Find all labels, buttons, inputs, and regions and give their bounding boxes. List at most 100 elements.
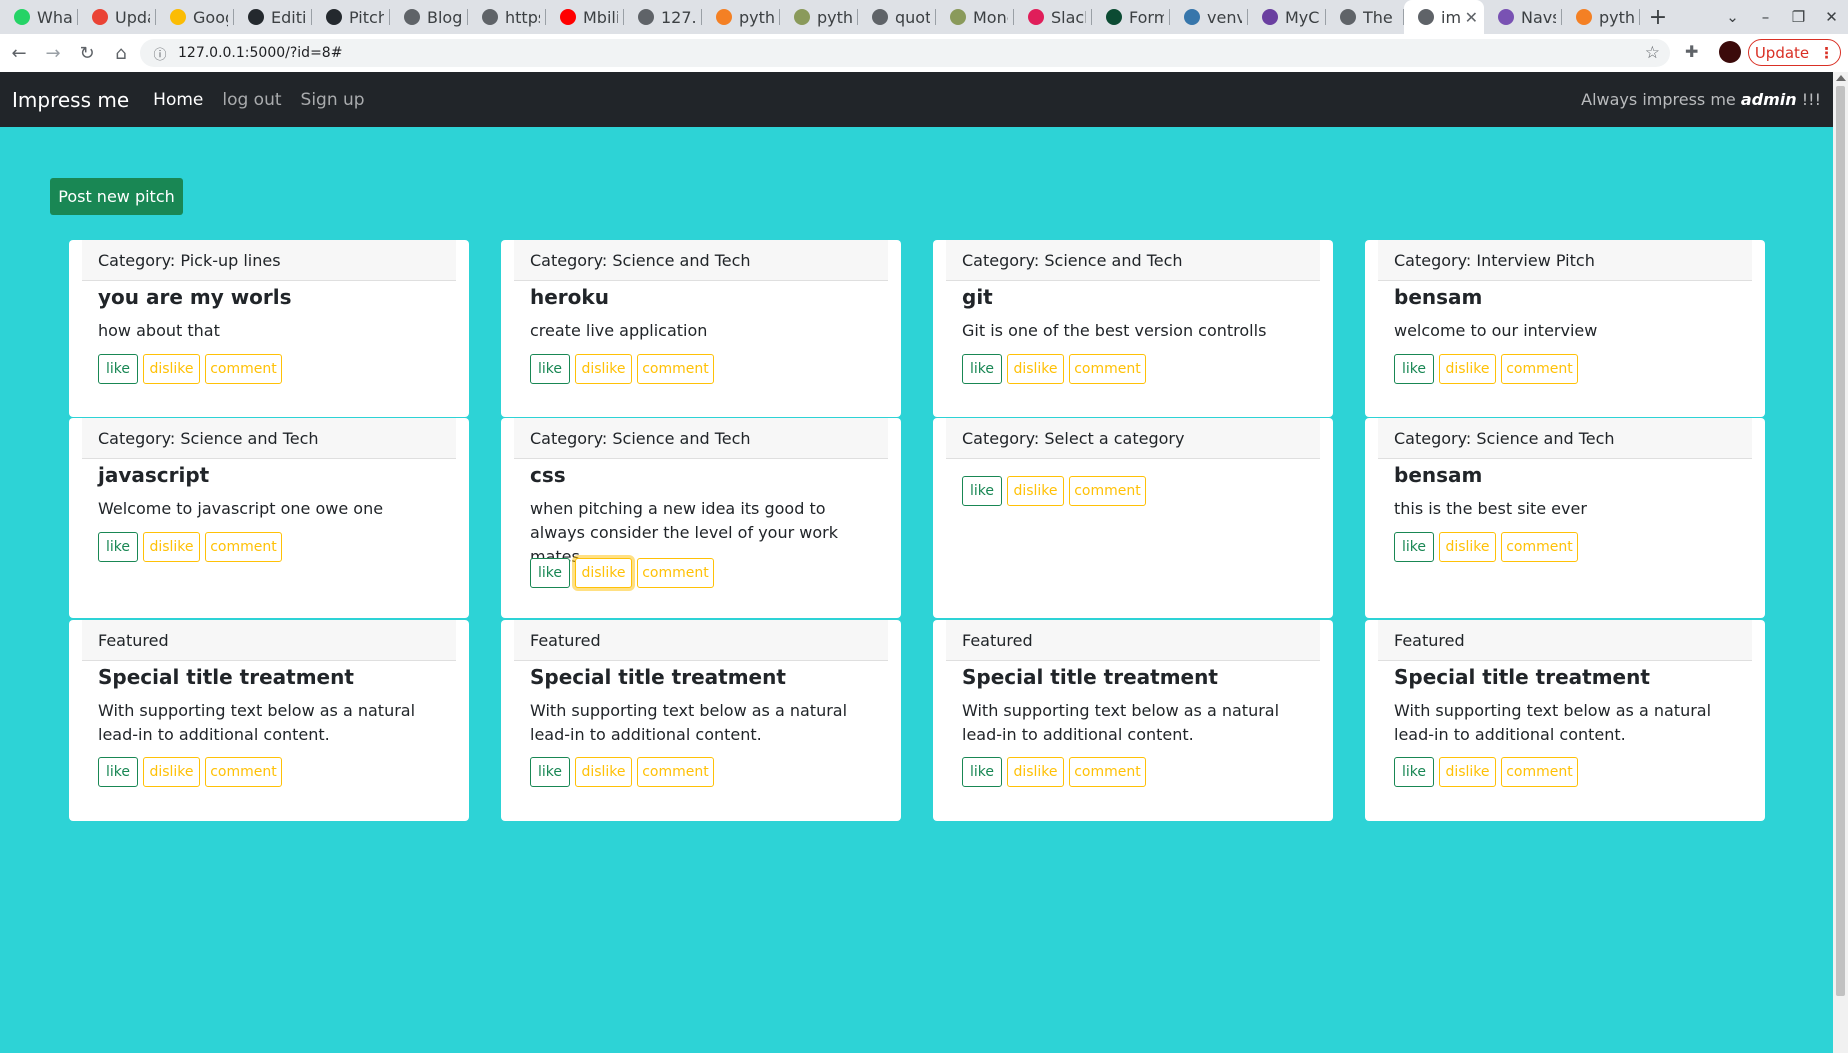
update-button[interactable]: Update ⋮	[1748, 39, 1841, 66]
dislike-button[interactable]: dislike	[143, 354, 200, 384]
scrollbar-thumb[interactable]	[1836, 86, 1845, 996]
comment-button[interactable]: comment	[1501, 757, 1578, 787]
browser-tab[interactable]: Slack	[1014, 0, 1092, 34]
pitch-card: Category: Science and Tech css when pitchi…	[501, 418, 901, 618]
browser-tab[interactable]: Goog	[156, 0, 234, 34]
like-button[interactable]: like	[962, 354, 1002, 384]
greeting-prefix: Always impress me	[1581, 90, 1736, 109]
browser-tab[interactable]: venv	[1170, 0, 1248, 34]
like-button[interactable]: like	[530, 558, 570, 588]
browser-tab[interactable]: MyCl	[1248, 0, 1326, 34]
dislike-button[interactable]: dislike	[1439, 532, 1496, 562]
browser-tab[interactable]: Navs	[1484, 0, 1562, 34]
card-header: Featured	[946, 620, 1320, 661]
like-button[interactable]: like	[98, 354, 138, 384]
dislike-button[interactable]: dislike	[1439, 757, 1496, 787]
like-button[interactable]: like	[1394, 532, 1434, 562]
globe-icon	[872, 9, 888, 25]
site-info-icon[interactable]: ⓘ	[148, 44, 172, 63]
browser-tab-label: https	[505, 7, 540, 27]
browser-tab[interactable]: https	[468, 0, 546, 34]
nav-link-home[interactable]: Home	[153, 90, 203, 110]
minimize-icon[interactable]: –	[1749, 8, 1782, 26]
close-tab-icon[interactable]: ✕	[1465, 8, 1478, 27]
browser-tab[interactable]: Blogs	[390, 0, 468, 34]
browser-tab[interactable]: The ir	[1326, 0, 1404, 34]
comment-button[interactable]: comment	[205, 532, 282, 562]
like-button[interactable]: like	[962, 757, 1002, 787]
dislike-button[interactable]: dislike	[575, 558, 632, 588]
browser-tab[interactable]: quote	[858, 0, 936, 34]
nav-link-signup[interactable]: Sign up	[301, 90, 365, 110]
dislike-button[interactable]: dislike	[1007, 354, 1064, 384]
back-icon[interactable]: ←	[4, 43, 34, 64]
browser-tab[interactable]: Mbili	[546, 0, 624, 34]
browser-tab[interactable]: What	[0, 0, 78, 34]
browser-tab[interactable]: Pitch	[312, 0, 390, 34]
like-button[interactable]: like	[98, 532, 138, 562]
globe-icon	[638, 9, 654, 25]
browser-tab[interactable]: pytho	[1562, 0, 1640, 34]
comment-button[interactable]: comment	[205, 757, 282, 787]
like-button[interactable]: like	[962, 476, 1002, 506]
comment-button[interactable]: comment	[1501, 532, 1578, 562]
site-brand[interactable]: Impress me	[12, 88, 129, 112]
post-new-pitch-button[interactable]: Post new pitch	[50, 178, 183, 215]
browser-tab[interactable]: 127.0	[624, 0, 702, 34]
browser-tab[interactable]: pytho	[702, 0, 780, 34]
dislike-button[interactable]: dislike	[575, 354, 632, 384]
comment-button[interactable]: comment	[205, 354, 282, 384]
browser-tab-label: Slack	[1051, 7, 1086, 27]
close-window-icon[interactable]: ✕	[1815, 8, 1848, 26]
bookmark-star-icon[interactable]: ☆	[1645, 43, 1660, 63]
browser-tab[interactable]: Editir	[234, 0, 312, 34]
comment-button[interactable]: comment	[1069, 757, 1146, 787]
comment-button[interactable]: comment	[1069, 476, 1146, 506]
forward-icon[interactable]: →	[38, 43, 68, 64]
card-header: Category: Science and Tech	[514, 418, 888, 459]
dislike-button[interactable]: dislike	[1439, 354, 1496, 384]
browser-tab[interactable]: Monc	[936, 0, 1014, 34]
dislike-button[interactable]: dislike	[143, 532, 200, 562]
browser-tab[interactable]: im ✕	[1404, 0, 1484, 34]
nav-link-logout[interactable]: log out	[222, 90, 281, 110]
home-icon[interactable]: ⌂	[106, 43, 136, 64]
browser-tab[interactable]: Upda	[78, 0, 156, 34]
like-button[interactable]: like	[1394, 757, 1434, 787]
dislike-button[interactable]: dislike	[1007, 757, 1064, 787]
comment-button[interactable]: comment	[1069, 354, 1146, 384]
browser-tab[interactable]: pytho	[780, 0, 858, 34]
extensions-icon[interactable]: ✚	[1685, 42, 1698, 61]
like-button[interactable]: like	[530, 354, 570, 384]
dislike-button[interactable]: dislike	[143, 757, 200, 787]
browser-tab-label: pytho	[817, 7, 852, 27]
card-text: Git is one of the best version controlls	[962, 321, 1267, 340]
window-controls: ⌄ – ❐ ✕	[1716, 0, 1848, 34]
like-button[interactable]: like	[530, 757, 570, 787]
comment-button[interactable]: comment	[1501, 354, 1578, 384]
comment-button[interactable]: comment	[637, 558, 714, 588]
google-photos-icon	[170, 9, 186, 25]
profile-avatar[interactable]	[1719, 41, 1741, 63]
browser-tab[interactable]: Form	[1092, 0, 1170, 34]
github-icon	[326, 9, 342, 25]
like-button[interactable]: like	[98, 757, 138, 787]
card-title: javascript	[98, 463, 210, 487]
restore-icon[interactable]: ❐	[1782, 8, 1815, 26]
page-scrollbar[interactable]	[1833, 72, 1848, 1053]
url-field[interactable]: ⓘ 127.0.0.1:5000/?id=8# ☆	[140, 39, 1670, 67]
card-text: Welcome to javascript one owe one	[98, 499, 384, 518]
reload-icon[interactable]: ↻	[72, 43, 102, 64]
dislike-button[interactable]: dislike	[575, 757, 632, 787]
browser-tab-label: Mbili	[583, 7, 618, 27]
scroll-up-arrow-icon[interactable]	[1836, 75, 1846, 81]
comment-button[interactable]: comment	[637, 757, 714, 787]
comment-button[interactable]: comment	[637, 354, 714, 384]
dislike-button[interactable]: dislike	[1007, 476, 1064, 506]
like-button[interactable]: like	[1394, 354, 1434, 384]
browser-tab-label: Navs	[1521, 7, 1556, 27]
browser-tab-label: im	[1441, 7, 1461, 27]
tab-search-icon[interactable]: ⌄	[1716, 8, 1749, 26]
new-tab-icon[interactable]: +	[1640, 5, 1676, 30]
card-text: create live application	[530, 321, 708, 340]
